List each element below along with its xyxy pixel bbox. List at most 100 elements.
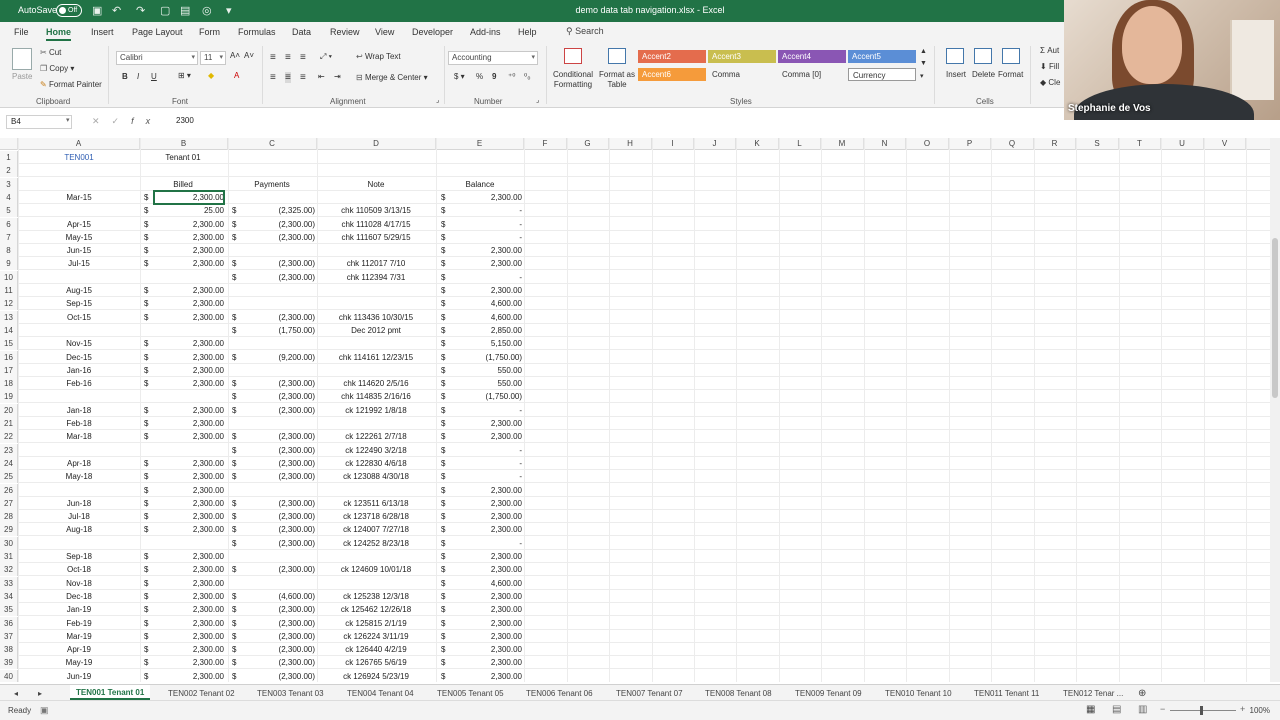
- cell-e[interactable]: 2,300.00: [451, 244, 522, 257]
- bold-button[interactable]: B: [122, 72, 128, 81]
- cell-c[interactable]: [242, 364, 315, 377]
- sheet-tab-ten009[interactable]: TEN009 Tenant 09: [795, 687, 862, 700]
- cell-a[interactable]: Nov-18: [20, 577, 138, 590]
- row-header[interactable]: 24: [0, 456, 18, 470]
- cell-a[interactable]: May-18: [20, 470, 138, 483]
- row-header[interactable]: 34: [0, 589, 18, 603]
- cell-e[interactable]: 2,300.00: [451, 510, 522, 523]
- column-header-p[interactable]: P: [949, 138, 991, 150]
- cell-c[interactable]: [242, 284, 315, 297]
- cell-d[interactable]: [317, 297, 435, 310]
- cell-a[interactable]: Oct-18: [20, 563, 138, 576]
- cell-e[interactable]: 2,300.00: [451, 417, 522, 430]
- tab-page-layout[interactable]: Page Layout: [132, 27, 183, 37]
- cell-a[interactable]: [20, 164, 138, 177]
- borders-icon[interactable]: ⊞ ▾: [178, 71, 191, 80]
- cell-c[interactable]: (2,300.00): [242, 470, 315, 483]
- style-accent2[interactable]: Accent2: [638, 50, 706, 63]
- row-header[interactable]: 11: [0, 284, 18, 297]
- cell-a[interactable]: Jun-15: [20, 244, 138, 257]
- column-header-u[interactable]: U: [1161, 138, 1204, 150]
- cell-c[interactable]: [242, 417, 315, 430]
- column-header-o[interactable]: O: [906, 138, 949, 150]
- cell-c[interactable]: (2,300.00): [242, 311, 315, 324]
- cell-c[interactable]: (2,300.00): [242, 218, 315, 231]
- cell-b[interactable]: 2,300.00: [154, 311, 224, 324]
- cell-a[interactable]: Sep-15: [20, 297, 138, 310]
- row-header[interactable]: 17: [0, 363, 18, 377]
- format-as-table-button[interactable]: Format as Table: [598, 70, 636, 90]
- cell-d[interactable]: chk 112394 7/31: [317, 271, 435, 284]
- cell-e[interactable]: 2,300.00: [451, 257, 522, 270]
- cell-e[interactable]: Balance: [436, 178, 524, 191]
- cell-b[interactable]: 2,300.00: [154, 577, 224, 590]
- enter-icon[interactable]: ✓: [112, 116, 132, 126]
- cell-a[interactable]: Oct-15: [20, 311, 138, 324]
- scrollbar-thumb[interactable]: [1272, 238, 1278, 398]
- shrink-font-icon[interactable]: A˅: [244, 51, 254, 60]
- cell-d[interactable]: [317, 550, 435, 563]
- column-header-g[interactable]: G: [567, 138, 609, 150]
- column-header-b[interactable]: B: [140, 138, 228, 150]
- paste-icon[interactable]: [12, 48, 32, 70]
- style-comma[interactable]: Comma: [708, 68, 776, 81]
- cell-e[interactable]: 4,600.00: [451, 577, 522, 590]
- select-all-corner[interactable]: [0, 138, 18, 150]
- accounting-format-button[interactable]: $ ▾: [454, 72, 465, 81]
- row-header[interactable]: 12: [0, 297, 18, 311]
- insert-cells-button[interactable]: Insert: [946, 70, 966, 79]
- cell-e[interactable]: 2,300.00: [451, 590, 522, 603]
- cell-b[interactable]: Billed: [140, 178, 226, 191]
- cell-b[interactable]: 2,300.00: [154, 656, 224, 669]
- worksheet-grid[interactable]: ABCDEFGHIJKLMNOPQRSTUV 1 TEN001 Tenant 01 2…: [0, 138, 1270, 682]
- cell-d[interactable]: [317, 164, 435, 177]
- undo-icon[interactable]: ↶: [112, 4, 121, 17]
- cell-d[interactable]: [317, 284, 435, 297]
- row-header[interactable]: 30: [0, 536, 18, 550]
- cell-e[interactable]: 2,300.00: [451, 617, 522, 630]
- cell-c[interactable]: (2,300.00): [242, 563, 315, 576]
- row-header[interactable]: 26: [0, 483, 18, 497]
- column-header-t[interactable]: T: [1119, 138, 1161, 150]
- cell-b[interactable]: 2,300.00: [154, 550, 224, 563]
- row-header[interactable]: 38: [0, 643, 18, 657]
- cell-c[interactable]: (2,300.00): [242, 444, 315, 457]
- column-header-e[interactable]: E: [436, 138, 524, 150]
- sheet-tab-ten010[interactable]: TEN010 Tenant 10: [885, 687, 952, 700]
- align-middle-icon[interactable]: ≡: [285, 52, 291, 63]
- cell-c[interactable]: (2,300.00): [242, 430, 315, 443]
- cell-e[interactable]: 2,300.00: [451, 523, 522, 536]
- cell-a[interactable]: Feb-16: [20, 377, 138, 390]
- cell-e[interactable]: 2,300.00: [451, 630, 522, 643]
- fill-button[interactable]: ⬇ Fill: [1040, 62, 1059, 71]
- cell-b[interactable]: 2,300.00: [154, 470, 224, 483]
- cell-d[interactable]: chk 113436 10/30/15: [317, 311, 435, 324]
- cell-e[interactable]: 550.00: [451, 377, 522, 390]
- zoom-slider-knob[interactable]: [1200, 706, 1203, 715]
- style-accent4[interactable]: Accent4: [778, 50, 846, 63]
- page-break-view-icon[interactable]: ▥: [1138, 704, 1147, 715]
- number-format-select[interactable]: Accounting: [448, 51, 538, 65]
- cell-c[interactable]: [242, 164, 315, 177]
- font-name-select[interactable]: Calibri: [116, 51, 198, 65]
- column-header-s[interactable]: S: [1076, 138, 1119, 150]
- cell-e[interactable]: -: [451, 537, 522, 550]
- cell-a[interactable]: Jul-18: [20, 510, 138, 523]
- row-header[interactable]: 40: [0, 669, 18, 682]
- cell-b[interactable]: 2,300.00: [154, 377, 224, 390]
- grow-font-icon[interactable]: A˄: [230, 51, 240, 60]
- cell-d[interactable]: chk 114620 2/5/16: [317, 377, 435, 390]
- fill-color-icon[interactable]: ◆: [208, 71, 214, 80]
- row-header[interactable]: 19: [0, 390, 18, 404]
- pdf-icon[interactable]: ▤: [180, 4, 190, 17]
- copy-button[interactable]: ❐ Copy ▾: [40, 64, 74, 73]
- cell-c[interactable]: (2,300.00): [242, 510, 315, 523]
- cell-a[interactable]: Feb-18: [20, 417, 138, 430]
- wrap-text-button[interactable]: ↩ Wrap Text: [356, 52, 401, 61]
- cell-a[interactable]: [20, 390, 138, 403]
- cell-c[interactable]: (4,600.00): [242, 590, 315, 603]
- sheet-tab-ten011[interactable]: TEN011 Tenant 11: [974, 687, 1039, 700]
- autosum-button[interactable]: Σ Aut: [1040, 46, 1059, 55]
- cell-c[interactable]: (2,300.00): [242, 497, 315, 510]
- cell-c[interactable]: [242, 337, 315, 350]
